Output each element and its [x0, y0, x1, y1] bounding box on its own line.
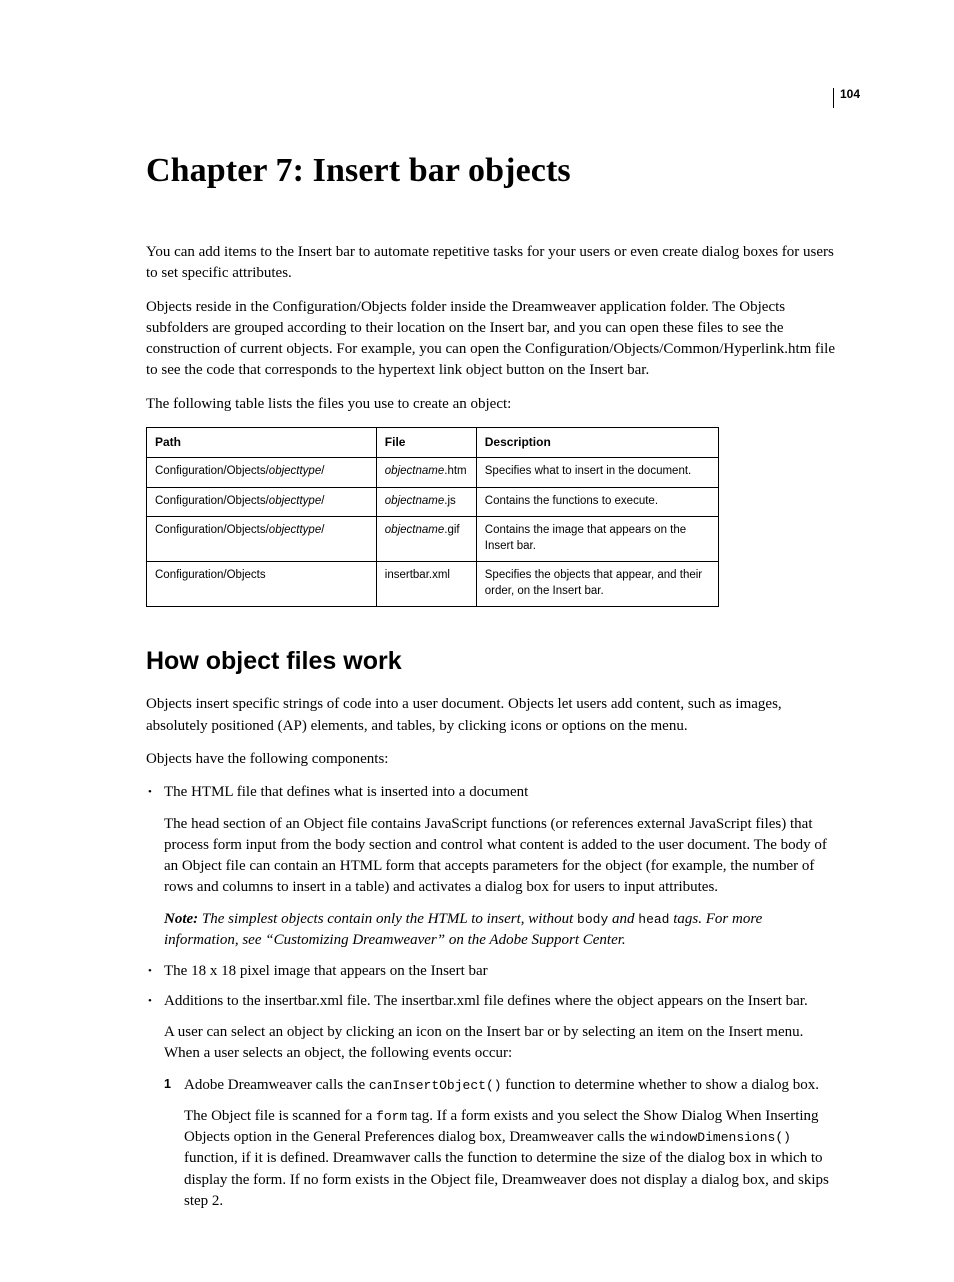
- cell-file: objectname.js: [376, 487, 476, 517]
- table-row: Configuration/Objects insertbar.xml Spec…: [147, 562, 719, 607]
- step-item: Adobe Dreamweaver calls the canInsertObj…: [164, 1075, 840, 1096]
- cell-desc: Specifies what to insert in the document…: [476, 458, 718, 488]
- table-row: Configuration/Objects/objecttype/ object…: [147, 517, 719, 562]
- list-item-subparagraph: The head section of an Object file conta…: [164, 814, 840, 899]
- list-item-text: The HTML file that defines what is inser…: [164, 784, 528, 800]
- cell-path: Configuration/Objects/objecttype/: [147, 517, 377, 562]
- cell-desc: Contains the functions to execute.: [476, 487, 718, 517]
- code-body-tag: body: [577, 912, 608, 927]
- list-item: The 18 x 18 pixel image that appears on …: [146, 961, 840, 982]
- step-subparagraph: The Object file is scanned for a form ta…: [184, 1106, 840, 1212]
- section-title: How object files work: [146, 647, 840, 676]
- cell-path: Configuration/Objects/objecttype/: [147, 458, 377, 488]
- col-header-path: Path: [147, 428, 377, 458]
- code-caninsertobject: canInsertObject(): [369, 1078, 502, 1093]
- intro-paragraph-3: The following table lists the files you …: [146, 394, 840, 415]
- list-item: Additions to the insertbar.xml file. The…: [146, 991, 840, 1012]
- intro-paragraph-1: You can add items to the Insert bar to a…: [146, 242, 840, 285]
- cell-path: Configuration/Objects/objecttype/: [147, 487, 377, 517]
- intro-paragraph-2: Objects reside in the Configuration/Obje…: [146, 297, 840, 382]
- col-header-desc: Description: [476, 428, 718, 458]
- code-form-tag: form: [376, 1109, 407, 1124]
- section-paragraph-1: Objects insert specific strings of code …: [146, 694, 840, 737]
- table-row: Configuration/Objects/objecttype/ object…: [147, 487, 719, 517]
- cell-file: insertbar.xml: [376, 562, 476, 607]
- cell-file: objectname.htm: [376, 458, 476, 488]
- steps-list: Adobe Dreamweaver calls the canInsertObj…: [164, 1075, 840, 1096]
- list-item-subparagraph: A user can select an object by clicking …: [164, 1022, 840, 1065]
- cell-desc: Specifies the objects that appear, and t…: [476, 562, 718, 607]
- list-item: The HTML file that defines what is inser…: [146, 782, 840, 803]
- page-number: 104: [833, 88, 860, 108]
- list-item-text: Additions to the insertbar.xml file. The…: [164, 993, 808, 1009]
- chapter-title: Chapter 7: Insert bar objects: [146, 152, 840, 190]
- table-header-row: Path File Description: [147, 428, 719, 458]
- note: Note: The simplest objects contain only …: [164, 909, 840, 952]
- cell-path: Configuration/Objects: [147, 562, 377, 607]
- cell-desc: Contains the image that appears on the I…: [476, 517, 718, 562]
- components-list-cont: The 18 x 18 pixel image that appears on …: [146, 961, 840, 1012]
- code-head-tag: head: [638, 912, 669, 927]
- components-list: The HTML file that defines what is inser…: [146, 782, 840, 803]
- note-label: Note:: [164, 911, 202, 927]
- code-windowdimensions: windowDimensions(): [651, 1130, 791, 1145]
- page: 104 Chapter 7: Insert bar objects You ca…: [0, 0, 954, 1282]
- table-row: Configuration/Objects/objecttype/ object…: [147, 458, 719, 488]
- section-paragraph-2: Objects have the following components:: [146, 749, 840, 770]
- col-header-file: File: [376, 428, 476, 458]
- list-item-text: The 18 x 18 pixel image that appears on …: [164, 963, 488, 979]
- files-table: Path File Description Configuration/Obje…: [146, 427, 719, 607]
- cell-file: objectname.gif: [376, 517, 476, 562]
